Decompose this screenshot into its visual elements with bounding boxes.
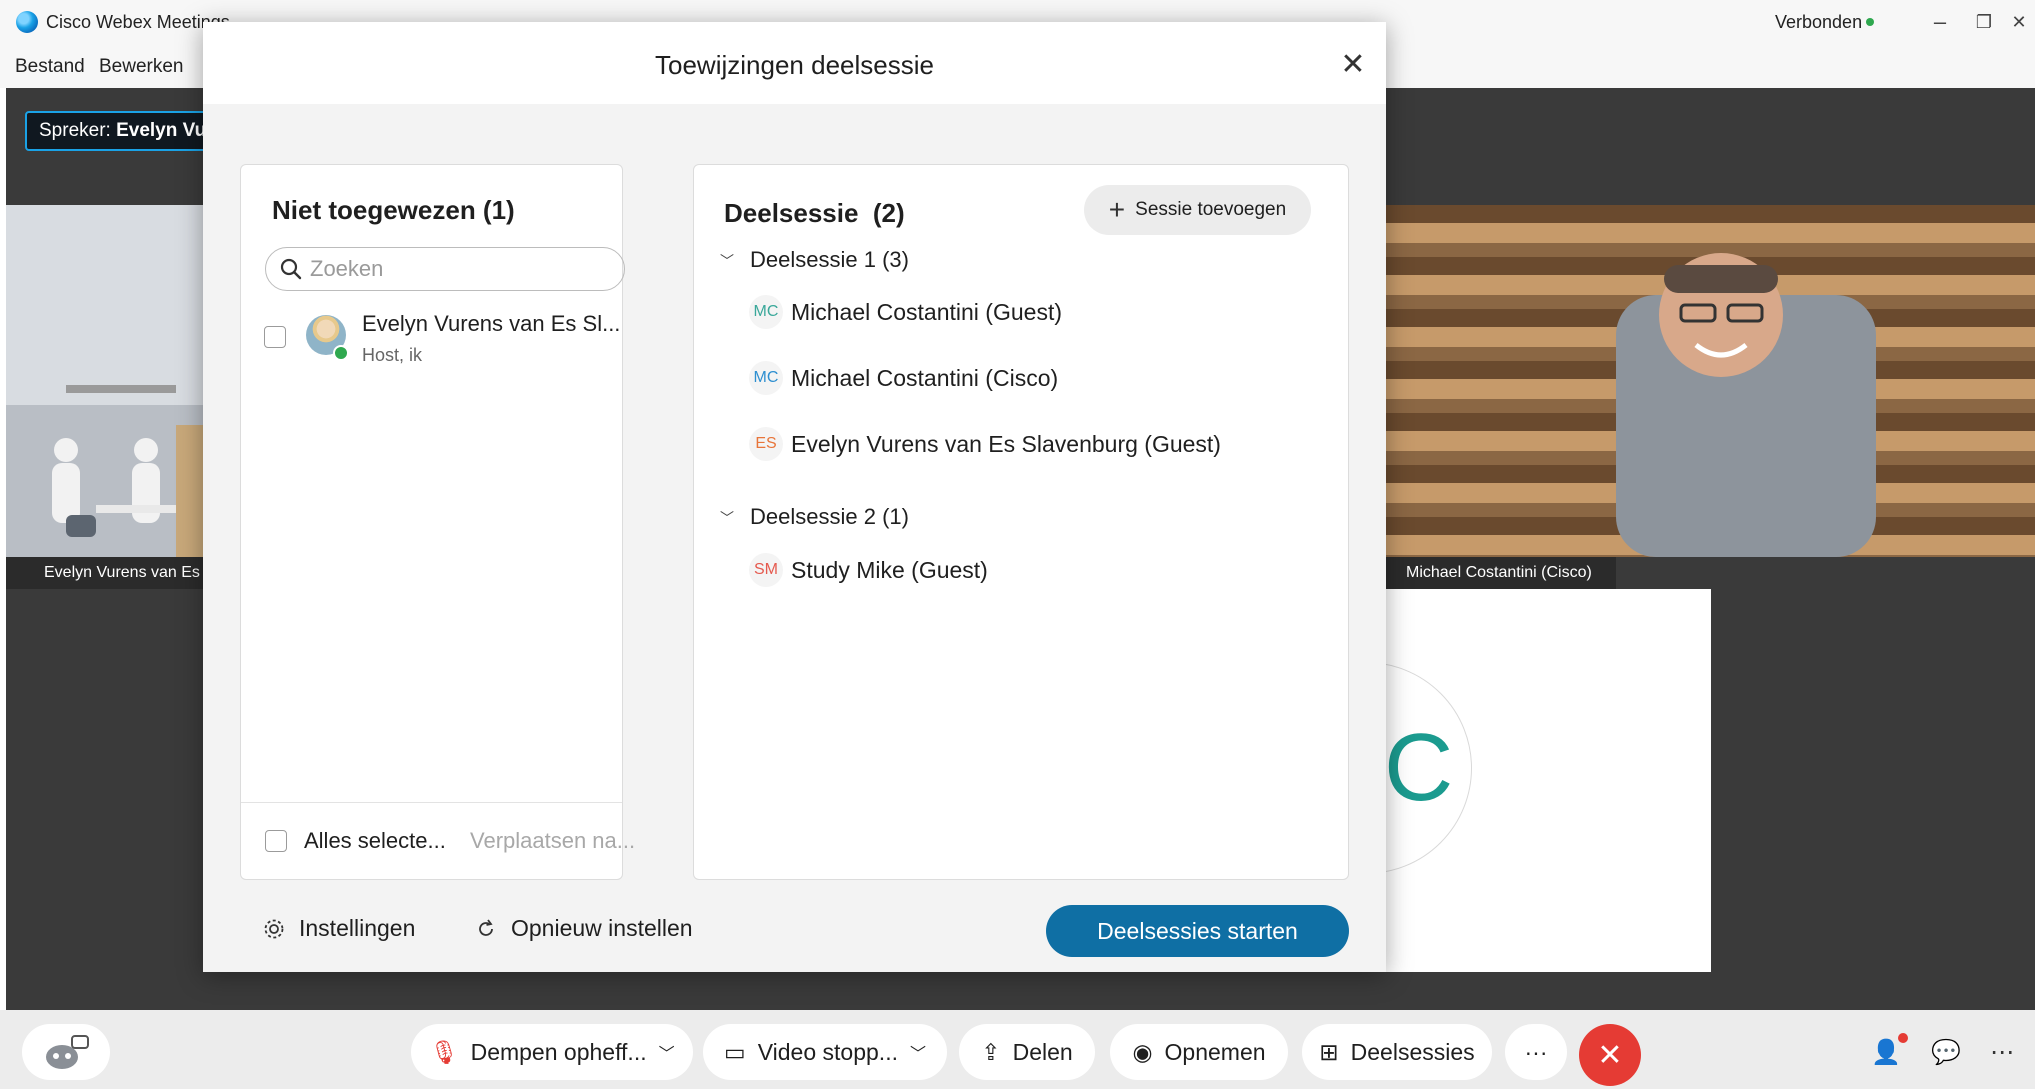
video-tile-name-right: Michael Costantini (Cisco) [1386,557,1616,589]
video-label: Video stopp... [757,1038,898,1065]
initials-text: MC [753,369,779,386]
record-button[interactable]: ◉ Opnemen [1110,1024,1288,1080]
active-speaker-label: Spreker: Evelyn Vu [25,111,233,151]
search-icon [280,258,302,280]
member-initials: SM [749,553,783,587]
sessions-title: Deelsessie (2) [724,198,905,228]
menu-edit[interactable]: Bewerken [99,56,184,78]
speaker-name: Evelyn Vu [116,120,207,141]
end-meeting-button[interactable]: ✕ [1579,1024,1641,1086]
microphone-muted-icon: 🎙 [429,1038,459,1065]
participant-checkbox[interactable] [264,326,286,348]
search-input[interactable] [310,256,610,282]
more-icon[interactable]: ⋯ [1974,1024,2030,1080]
record-label: Opnemen [1164,1038,1266,1065]
session-member-name[interactable]: Evelyn Vurens van Es Slavenburg (Guest) [791,431,1221,458]
chevron-down-icon[interactable]: ﹀ [720,508,734,528]
add-session-button[interactable]: + Sessie toevoegen [1084,185,1311,235]
avatar-initial: C [1384,714,1454,821]
chevron-down-icon[interactable]: ﹀ [659,1040,675,1064]
menu-file[interactable]: Bestand [15,56,85,78]
video-button[interactable]: ▭ Video stopp... ﹀ [703,1024,947,1080]
dialog-title: Toewijzingen deelsessie [655,50,934,80]
breakout-sessions-button[interactable]: ⊞ Deelsessies [1302,1024,1492,1080]
close-window-button[interactable]: ✕ [2003,4,2035,40]
participants-icon[interactable]: 👤 [1858,1024,1914,1080]
unassigned-footer: Alles selecte... Verplaatsen na... [241,802,635,880]
plus-icon: + [1108,194,1126,225]
share-button[interactable]: ⇪ Delen [959,1024,1095,1080]
reset-button[interactable]: Opnieuw instellen [475,915,693,942]
dialog-body: Niet toegewezen (1) Evelyn Vurens van Es… [203,104,1386,890]
breakout-label: Deelsessies [1350,1038,1475,1065]
add-session-label: Sessie toevoegen [1135,199,1287,220]
settings-label: Instellingen [299,915,416,941]
unassigned-title: Niet toegewezen (1) [272,195,515,225]
close-icon: ✕ [1597,1038,1623,1072]
ai-assistant-button[interactable] [22,1024,110,1080]
lecture-hall-person-image [1616,253,1876,557]
chevron-down-icon[interactable]: ﹀ [910,1040,926,1064]
close-icon[interactable]: ✕ [1333,44,1373,84]
select-all-label[interactable]: Alles selecte... [304,828,446,854]
reset-label: Opnieuw instellen [511,915,693,941]
share-label: Delen [1012,1038,1073,1065]
member-initials: ES [749,427,783,461]
notification-dot-icon [1898,1033,1908,1043]
presence-badge-icon [333,345,349,361]
breakout-assignment-dialog: Toewijzingen deelsessie ✕ Niet toegeweze… [203,22,1386,972]
member-initials: MC [749,295,783,329]
mute-button[interactable]: 🎙 Dempen opheff... ﹀ [411,1024,693,1080]
video-tile-michael[interactable] [1386,205,2035,557]
share-icon: ⇪ [981,1038,1001,1065]
session-member-name[interactable]: Study Mike (Guest) [791,557,988,584]
more-label: ··· [1524,1038,1548,1065]
connection-status-dot-icon [1866,18,1874,26]
select-all-checkbox[interactable] [265,830,287,852]
restore-button[interactable]: ❐ [1962,4,2006,40]
start-breakout-sessions-button[interactable]: Deelsessies starten [1046,905,1349,957]
camera-icon: ▭ [724,1038,746,1065]
move-to-dropdown[interactable]: Verplaatsen na... [470,828,635,854]
dialog-footer: Instellingen Opnieuw instellen Deelsessi… [203,890,1386,972]
minimize-button[interactable]: – [1918,4,1962,40]
office-scene-image [6,205,206,557]
sessions-panel: Deelsessie (2) + Sessie toevoegen ﹀ Deel… [693,164,1349,880]
participant-name: Evelyn Vurens van Es Sl... [362,311,621,336]
search-box [265,247,625,291]
chat-icon[interactable]: 💬 [1918,1024,1974,1080]
video-tile-name-left: Evelyn Vurens van Es [6,557,206,589]
session-group-2[interactable]: Deelsessie 2 (1) [750,504,909,530]
video-tile-evelyn[interactable] [6,205,206,557]
session-group-1[interactable]: Deelsessie 1 (3) [750,247,909,273]
assistant-robot-icon [46,1035,89,1069]
initials-text: SM [754,561,778,578]
record-icon: ◉ [1132,1038,1153,1065]
speaker-prefix: Spreker: [39,120,117,141]
participant-role: Host, ik [362,345,423,365]
more-options-button[interactable]: ··· [1505,1024,1567,1080]
initials-text: ES [755,435,777,452]
settings-button[interactable]: Instellingen [263,915,415,942]
webex-logo-icon [16,11,38,33]
dialog-header: Toewijzingen deelsessie ✕ [203,22,1386,105]
initials-text: MC [753,303,779,320]
mute-label: Dempen opheff... [470,1038,647,1065]
session-member-name[interactable]: Michael Costantini (Guest) [791,299,1062,326]
member-initials: MC [749,361,783,395]
refresh-icon [479,918,493,936]
connection-status: Verbonden [1775,12,1863,32]
gear-icon [264,919,284,938]
meeting-control-bar: 🎙 Dempen opheff... ﹀ ▭ Video stopp... ﹀ … [0,1010,2035,1089]
unassigned-panel: Niet toegewezen (1) Evelyn Vurens van Es… [240,164,635,880]
breakout-icon: ⊞ [1319,1038,1339,1065]
session-member-name[interactable]: Michael Costantini (Cisco) [791,365,1058,392]
chevron-down-icon[interactable]: ﹀ [720,251,734,271]
